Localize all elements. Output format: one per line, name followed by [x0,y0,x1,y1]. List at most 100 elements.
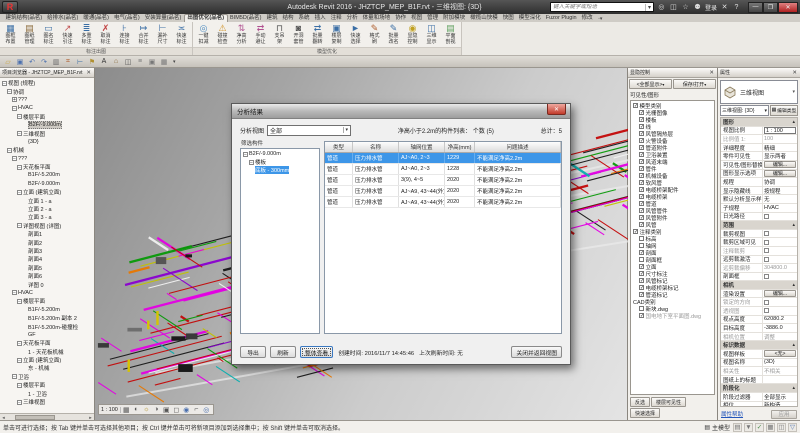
column-header[interactable]: 名称 [353,142,399,152]
browser-tree-item[interactable]: −HVAC [0,104,94,112]
filter-icon[interactable]: ▽ [788,423,797,432]
ribbon-tab[interactable]: 建筑 [264,15,280,22]
browser-tree-item[interactable]: 立面 2 - a [0,205,94,213]
apply-button[interactable]: 应用 [771,410,797,419]
collapse-icon[interactable]: − [17,114,22,119]
browser-tree-item[interactable]: 立面 3 - a [0,213,94,221]
print-icon[interactable]: ▥ [51,57,61,67]
view-filter-select[interactable]: 全部 ▾ [267,125,351,136]
browser-tree-item[interactable]: 东 - 机械 [0,364,94,372]
collapse-icon[interactable]: ▴ [792,282,795,288]
browser-tree-item[interactable]: +??? [0,96,94,104]
open-icon[interactable]: ▱ [3,57,13,67]
ribbon-tab[interactable]: BIM5D(品茗) [228,15,264,22]
visibility-item[interactable]: 火警设备 [632,137,713,144]
visibility-item[interactable]: 标高 [632,235,713,242]
search-dropdown-icon[interactable]: ▾ [645,4,653,11]
visibility-item[interactable]: 立面 [632,263,713,270]
table-row[interactable]: 管道压力排水管3(9), 4~52020不能满足净高2.2m [325,175,561,186]
collapse-icon[interactable]: − [17,400,22,405]
ribbon-button[interactable]: ◎一键扣减 [194,23,213,45]
search-go-icon[interactable]: ◎ [657,3,666,11]
browser-tree-item[interactable]: B2F/-9.000m [0,180,94,188]
browser-tree-item[interactable]: B1F/-5.200m [0,306,94,314]
checked-checkbox[interactable] [639,131,644,136]
properties-help-link[interactable]: 属性帮助 [721,410,743,418]
browser-tree-item[interactable]: −机械 [0,146,94,154]
browser-tree-item[interactable]: 剖面1 [0,230,94,238]
help-icon[interactable]: ? [732,4,741,11]
property-checkbox[interactable] [764,257,769,262]
ribbon-button[interactable]: ⊓支吊架 [270,23,289,45]
browser-tree-item[interactable]: −立面 (建筑立面) [0,188,94,196]
collapse-icon[interactable]: − [17,299,22,304]
checked-checkbox[interactable] [639,145,644,150]
switch-windows-icon[interactable]: ▦ [159,57,169,67]
collapse-icon[interactable]: − [2,81,7,86]
browser-tree-item[interactable]: 1 - 天花板机械 [0,348,94,356]
close-hidden-windows-icon[interactable]: ▣ [147,57,157,67]
dialog-button[interactable]: 刷新 [270,346,296,358]
checked-checkbox[interactable] [639,264,644,269]
checked-checkbox[interactable] [639,159,644,164]
collapse-icon[interactable]: − [12,156,17,161]
ribbon-button[interactable]: ⇅净高分析 [232,23,251,45]
unchecked-checkbox[interactable] [639,306,644,311]
property-checkbox[interactable] [764,274,769,279]
visibility-item[interactable]: 电缆桥架 [632,193,713,200]
temporary-hide-icon[interactable]: ⌐ [192,405,201,414]
checked-checkbox[interactable] [633,103,638,108]
browser-tree-item[interactable]: −协调 [0,87,94,95]
ribbon-button[interactable]: ⇄手动避让 [251,23,270,45]
ribbon-tab[interactable]: 出图优化(品茗) [184,14,228,22]
property-checkbox[interactable] [764,300,769,305]
ribbon-button[interactable]: ≍快速标注 [172,23,191,45]
ribbon-button[interactable]: ↦合并标注 [134,23,153,45]
unchecked-checkbox[interactable] [639,236,644,241]
browser-tree-item[interactable]: B1F/-5.200m 副本 2 [0,314,94,322]
expand-icon[interactable]: + [12,97,17,102]
unchecked-checkbox[interactable] [639,243,644,248]
ribbon-tab[interactable]: 视图 [409,15,425,22]
default-3d-view-icon[interactable]: ⌂ [111,57,121,67]
ribbon-tab[interactable]: 快图 [500,15,516,22]
ribbon-button[interactable]: ≣多重标注 [77,23,96,45]
visibility-item[interactable]: 风道末端 [632,158,713,165]
visibility-footer-button[interactable]: 反选 [630,397,650,407]
view-scale-button[interactable]: 1 : 100 [101,407,121,413]
collapse-icon[interactable]: − [249,160,254,165]
browser-tree-item[interactable]: −??? [0,155,94,163]
checked-checkbox[interactable] [639,194,644,199]
save-open-dropdown[interactable]: 保存/打开▾ [673,79,716,89]
signin-label[interactable]: 登录 [705,3,717,12]
checked-checkbox[interactable] [639,117,644,122]
checked-checkbox[interactable] [639,201,644,206]
browser-tree-item[interactable]: −HVAC [0,289,94,297]
browser-tree-item[interactable]: B1F/-5.200m [0,171,94,179]
collapse-icon[interactable]: ▴ [792,385,795,391]
checked-checkbox[interactable] [639,110,644,115]
undo-icon[interactable]: ↶ [27,57,37,67]
scroll-right-icon[interactable]: ► [87,415,94,420]
ribbon-tab[interactable]: 修改 [579,15,595,22]
ribbon-tab[interactable]: 结构 [280,15,296,22]
checked-checkbox[interactable] [639,313,644,318]
visibility-item[interactable]: 管道附件 [632,144,713,151]
visibility-item[interactable]: 尺寸标注 [632,270,713,277]
visibility-item[interactable]: 管道 [632,200,713,207]
visibility-item[interactable]: 管件 [632,165,713,172]
collapse-icon[interactable]: − [12,106,17,111]
collapse-icon[interactable]: − [17,165,22,170]
text-icon[interactable]: A [99,57,109,67]
visibility-item[interactable]: 注释类别 [632,228,713,235]
browser-tree-item[interactable]: −楼层平面 [0,113,94,121]
minimize-button[interactable]: — [748,2,763,13]
table-row[interactable]: 管道压力排水管AJ~A0, 2~31229不能满足净高2.2m [325,153,561,164]
ribbon-tab[interactable]: 暖通(品茗) [81,15,112,22]
property-checkbox[interactable] [764,248,769,253]
tag-by-category-icon[interactable]: ⚑ [87,57,97,67]
ribbon-tab[interactable]: 附加模块 [441,15,468,22]
browser-tree-item[interactable]: −三维视图 [0,398,94,406]
visibility-item[interactable]: 剖面 [632,249,713,256]
column-header[interactable]: 类型 [325,142,353,152]
